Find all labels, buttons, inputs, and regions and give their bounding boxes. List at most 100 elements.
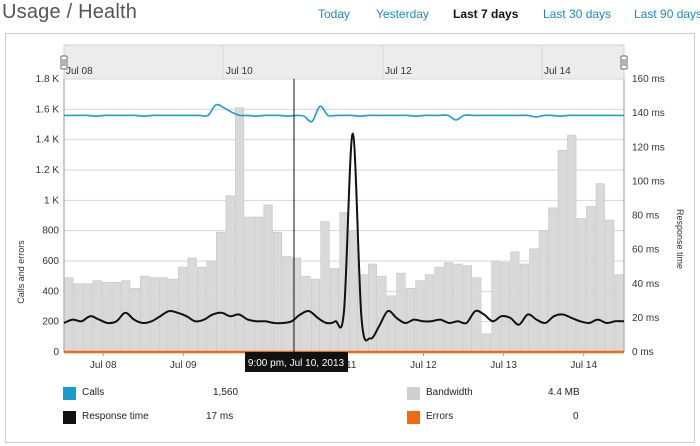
navigator-label: Jul 14 [544, 66, 571, 77]
bandwidth-bar [149, 277, 159, 353]
y2-axis-title: Response time [675, 209, 685, 269]
navigator-label: Jul 10 [226, 66, 253, 77]
bandwidth-bar [263, 204, 273, 353]
bandwidth-bar [472, 277, 482, 353]
bandwidth-bar [443, 262, 453, 353]
bandwidth-bar [453, 263, 463, 353]
y2-tick-label: 80 ms [632, 211, 659, 222]
bandwidth-bar [348, 230, 359, 353]
bandwidth-bar [424, 274, 434, 353]
y-tick-label: 1.2 K [36, 165, 60, 176]
legend-label: Errors [426, 411, 454, 422]
y-tick-label: 400 [42, 286, 59, 297]
bandwidth-bar [529, 248, 539, 353]
y-tick-label: 1 K [44, 195, 59, 206]
y2-tick-label: 120 ms [632, 142, 665, 153]
legend-value: 17 ms [206, 411, 234, 422]
bandwidth-bar [73, 283, 83, 353]
y-tick-label: 1.6 K [36, 104, 60, 115]
y2-tick-label: 100 ms [632, 176, 665, 187]
response-time-swatch [63, 411, 76, 424]
errors-swatch [407, 411, 420, 424]
bandwidth-bar [254, 216, 264, 353]
tooltip-text: 9:00 pm, Jul 10, 2013 [248, 358, 345, 369]
bandwidth-bar [64, 277, 74, 353]
usage-health-chart: Jul 08 Jul 10 Jul 12 Jul 14 Calls and er… [5, 33, 695, 443]
bandwidth-bar [206, 260, 216, 353]
range-tab-last-7-days[interactable]: Last 7 days [453, 7, 518, 21]
bandwidth-bar [396, 272, 406, 353]
bandwidth-bar [282, 256, 292, 353]
legend-label: Response time [82, 411, 149, 422]
navigator-left-handle[interactable] [60, 55, 68, 70]
bandwidth-bar [273, 231, 283, 353]
range-tab-last-30-days[interactable]: Last 30 days [543, 7, 611, 21]
bandwidth-bar [491, 260, 501, 353]
calls-swatch [63, 387, 76, 400]
bandwidth-bar [415, 280, 425, 353]
bandwidth-bar [595, 183, 605, 353]
x-tick-label: Jul 09 [170, 360, 197, 371]
legend-item-bandwidth[interactable]: Bandwidth 4.4 MB [407, 387, 607, 401]
bandwidth-bar [320, 221, 330, 353]
y-tick-label: 800 [42, 226, 59, 237]
x-tick-label: Jul 13 [490, 360, 517, 371]
bandwidth-bar [187, 257, 197, 353]
legend-value: 4.4 MB [548, 387, 580, 398]
bandwidth-bar [244, 216, 254, 353]
range-tab-last-90-days[interactable]: Last 90 days [634, 7, 700, 21]
legend-value: 0 [573, 411, 579, 422]
range-tab-yesterday[interactable]: Yesterday [376, 7, 429, 21]
bandwidth-bar [510, 251, 520, 353]
chart-canvas: Jul 08 Jul 10 Jul 12 Jul 14 Calls and er… [16, 44, 685, 372]
y-axis-title: Calls and errors [16, 240, 26, 304]
x-tick-label: Jul 08 [90, 360, 117, 371]
bandwidth-bar [301, 275, 311, 353]
y2-tick-label: 0 ms [632, 347, 654, 358]
bandwidth-bar [586, 206, 596, 353]
bandwidth-bar [386, 295, 397, 353]
bandwidth-bar [481, 333, 491, 353]
y2-tick-label: 140 ms [632, 108, 665, 119]
y2-tick-label: 60 ms [632, 245, 659, 256]
bandwidth-bar [225, 195, 235, 353]
time-navigator[interactable]: Jul 08 Jul 10 Jul 12 Jul 14 [60, 44, 628, 80]
bandwidth-bar [519, 263, 529, 353]
legend-item-response-time[interactable]: Response time 17 ms [63, 411, 263, 425]
legend-item-errors[interactable]: Errors 0 [407, 411, 607, 425]
legend-item-calls[interactable]: Calls 1,560 [63, 387, 263, 401]
navigator-background [63, 44, 625, 80]
bandwidth-bar [121, 280, 131, 353]
range-tab-today[interactable]: Today [318, 7, 350, 21]
x-tick-label: Jul 14 [570, 360, 597, 371]
bandwidth-bar [614, 274, 624, 353]
navigator-label: Jul 08 [66, 66, 93, 77]
legend-label: Calls [82, 387, 105, 398]
y2-tick-label: 40 ms [632, 279, 659, 290]
bandwidth-bar [329, 268, 340, 353]
bandwidth-bar [605, 219, 615, 353]
bandwidth-bar [548, 207, 558, 353]
y-tick-label: 0 [53, 347, 59, 358]
y2-tick-label: 160 ms [632, 74, 665, 85]
bandwidth-bar [434, 266, 444, 353]
y-tick-label: 200 [42, 317, 59, 328]
navigator-label: Jul 12 [385, 66, 412, 77]
navigator-right-handle[interactable] [620, 55, 628, 70]
calls-line [63, 103, 624, 123]
bandwidth-bar [178, 266, 188, 353]
page-title: Usage / Health [2, 1, 138, 23]
bandwidth-bar [557, 149, 567, 353]
bandwidth-bar [538, 230, 548, 353]
x-tick-label: Jul 12 [410, 360, 437, 371]
bandwidth-bar [500, 262, 510, 353]
bandwidth-bar [216, 231, 226, 353]
legend-value: 1,560 [213, 387, 239, 398]
y2-tick-label: 20 ms [632, 313, 659, 324]
bandwidth-bar [168, 278, 178, 353]
bandwidth-swatch [407, 387, 420, 400]
bandwidth-bar [576, 218, 586, 353]
bandwidth-bar [462, 265, 472, 353]
y-tick-label: 1.8 K [36, 74, 60, 85]
bandwidth-bar [102, 281, 112, 353]
